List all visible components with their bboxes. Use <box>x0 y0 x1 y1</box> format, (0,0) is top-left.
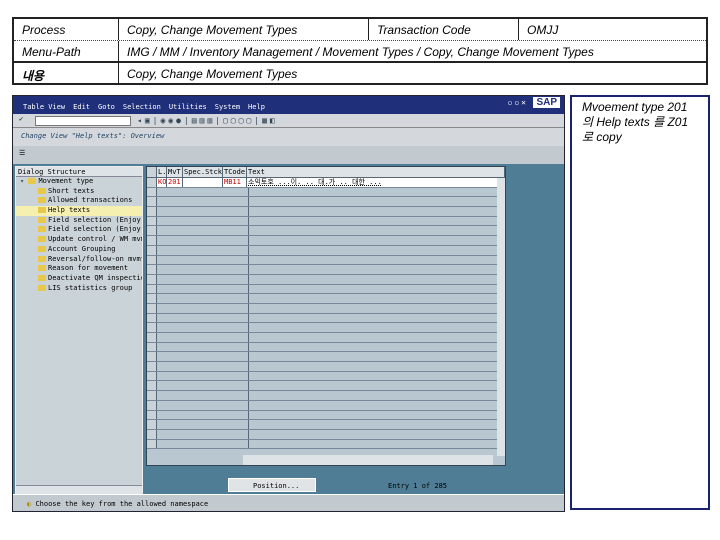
tree-item[interactable]: LIS statistics group <box>16 284 142 294</box>
title-bar: Table View Edit Goto Selection Utilities… <box>13 96 564 114</box>
tcode-label: Transaction Code <box>369 19 519 40</box>
command-field[interactable] <box>35 116 131 126</box>
menu-bar: Table View Edit Goto Selection Utilities… <box>23 103 265 111</box>
toolbar-icons[interactable]: ◂▣|◉◉●|▤▥▥|▢▢▢▢|▦◧ <box>137 116 278 125</box>
status-message: Choose the key from the allowed namespac… <box>35 500 209 508</box>
empty-table-row[interactable] <box>147 207 505 217</box>
empty-table-row[interactable] <box>147 400 505 411</box>
tree-item[interactable]: Deactivate QM inspection <box>16 274 142 284</box>
tcode-value: OMJJ <box>527 23 559 37</box>
table-header: L.. MvT Spec.Stck TCode Text <box>147 167 505 178</box>
tree-item-selected[interactable]: Help texts <box>16 206 142 216</box>
col-lang[interactable]: L.. <box>157 167 171 177</box>
empty-table-row[interactable] <box>147 265 505 275</box>
empty-table-row[interactable] <box>147 352 505 363</box>
tree-item[interactable]: Reason for movement <box>16 264 142 274</box>
tree-title: Dialog Structure <box>16 167 142 177</box>
empty-table-row[interactable] <box>147 371 505 382</box>
empty-table-row[interactable] <box>147 420 505 430</box>
menupath-value: IMG / MM / Inventory Management / Moveme… <box>127 45 594 59</box>
sap-logo: SAP <box>533 97 560 108</box>
empty-table-row[interactable] <box>147 313 505 324</box>
process-label: Process <box>14 19 119 40</box>
tree-item[interactable]: Reversal/follow-on mvmt <box>16 255 142 265</box>
empty-table-row[interactable] <box>147 342 505 353</box>
note-line: 의 Help texts 를 Z01 <box>582 115 689 129</box>
tree-item[interactable]: Account Grouping <box>16 245 142 255</box>
col-spec[interactable]: Spec.Stck <box>183 167 223 177</box>
tree-item[interactable]: Field selection (Enjoy) <box>16 216 142 226</box>
new-entries-icon[interactable]: ☰ <box>19 149 25 157</box>
empty-table-row[interactable] <box>147 216 505 227</box>
dialog-structure-tree: Dialog Structure ▿ Movement type Short t… <box>15 166 143 496</box>
empty-table-row[interactable] <box>147 236 505 246</box>
empty-table-row[interactable] <box>147 333 505 343</box>
col-text[interactable]: Text <box>247 167 505 177</box>
empty-table-row[interactable] <box>147 410 505 421</box>
empty-table-row[interactable] <box>147 362 505 372</box>
empty-table-row[interactable] <box>147 274 505 285</box>
menu-help[interactable]: Help <box>248 103 265 111</box>
status-bar: ◐ Choose the key from the allowed namesp… <box>13 494 564 511</box>
tree-root[interactable]: ▿ Movement type <box>16 177 142 187</box>
empty-table-row[interactable] <box>147 429 505 440</box>
table-row[interactable]: KO 201 MB11 소익토호 ...이. .. 대.가 .. 대한 ... <box>147 178 505 188</box>
empty-table-row[interactable] <box>147 226 505 237</box>
empty-table-row[interactable] <box>147 391 505 401</box>
application-toolbar: ☰ <box>13 146 564 164</box>
col-tcode[interactable]: TCode <box>223 167 247 177</box>
entry-count: Entry 1 of 285 <box>388 482 448 490</box>
standard-toolbar: ✔ ◂▣|◉◉●|▤▥▥|▢▢▢▢|▦◧ <box>13 114 564 128</box>
menu-selection[interactable]: Selection <box>123 103 161 111</box>
vertical-scrollbar[interactable] <box>497 178 505 456</box>
menu-system[interactable]: System <box>215 103 240 111</box>
empty-table-row[interactable] <box>147 197 505 208</box>
empty-table-row[interactable] <box>147 255 505 266</box>
menu-utilities[interactable]: Utilities <box>169 103 207 111</box>
position-button[interactable]: Position... <box>228 478 316 492</box>
screen-title: Change View "Help texts": Overview <box>13 128 564 146</box>
menu-goto[interactable]: Goto <box>98 103 115 111</box>
horizontal-scrollbar[interactable] <box>243 455 493 465</box>
empty-table-row[interactable] <box>147 323 505 333</box>
empty-table-row[interactable] <box>147 439 505 450</box>
window-controls[interactable]: ▫▫✕ <box>508 98 528 107</box>
help-texts-table: L.. MvT Spec.Stck TCode Text KO 201 MB11… <box>146 166 506 466</box>
note-line: Mvoement type 201 <box>582 100 688 114</box>
tree-item[interactable]: Field selection (Enjoy) <box>16 225 142 235</box>
menu-table-view[interactable]: Table View <box>23 103 65 111</box>
info-table: Process Copy, Change Movement Types Transa… <box>12 17 708 85</box>
menu-edit[interactable]: Edit <box>73 103 90 111</box>
tree-item[interactable]: Update control / WM mvmt <box>16 235 142 245</box>
menupath-label: Menu-Path <box>14 41 119 61</box>
enter-icon[interactable]: ✔ <box>19 115 23 123</box>
empty-table-row[interactable] <box>147 294 505 304</box>
sap-window: Table View Edit Goto Selection Utilities… <box>12 95 565 512</box>
tree-item[interactable]: Allowed transactions <box>16 196 142 206</box>
content-value: Copy, Change Movement Types <box>127 67 298 81</box>
col-mvt[interactable]: MvT <box>167 167 183 177</box>
empty-table-row[interactable] <box>147 187 505 198</box>
empty-table-row[interactable] <box>147 284 505 295</box>
process-value: Copy, Change Movement Types <box>119 19 369 40</box>
note-line: 로 copy <box>582 130 622 144</box>
annotation-box: Mvoement type 201 의 Help texts 를 Z01 로 c… <box>570 95 710 510</box>
tree-item[interactable]: Short texts <box>16 187 142 197</box>
empty-table-row[interactable] <box>147 381 505 392</box>
empty-table-row[interactable] <box>147 303 505 314</box>
empty-table-row[interactable] <box>147 245 505 256</box>
content-label: 내용 <box>14 63 119 85</box>
